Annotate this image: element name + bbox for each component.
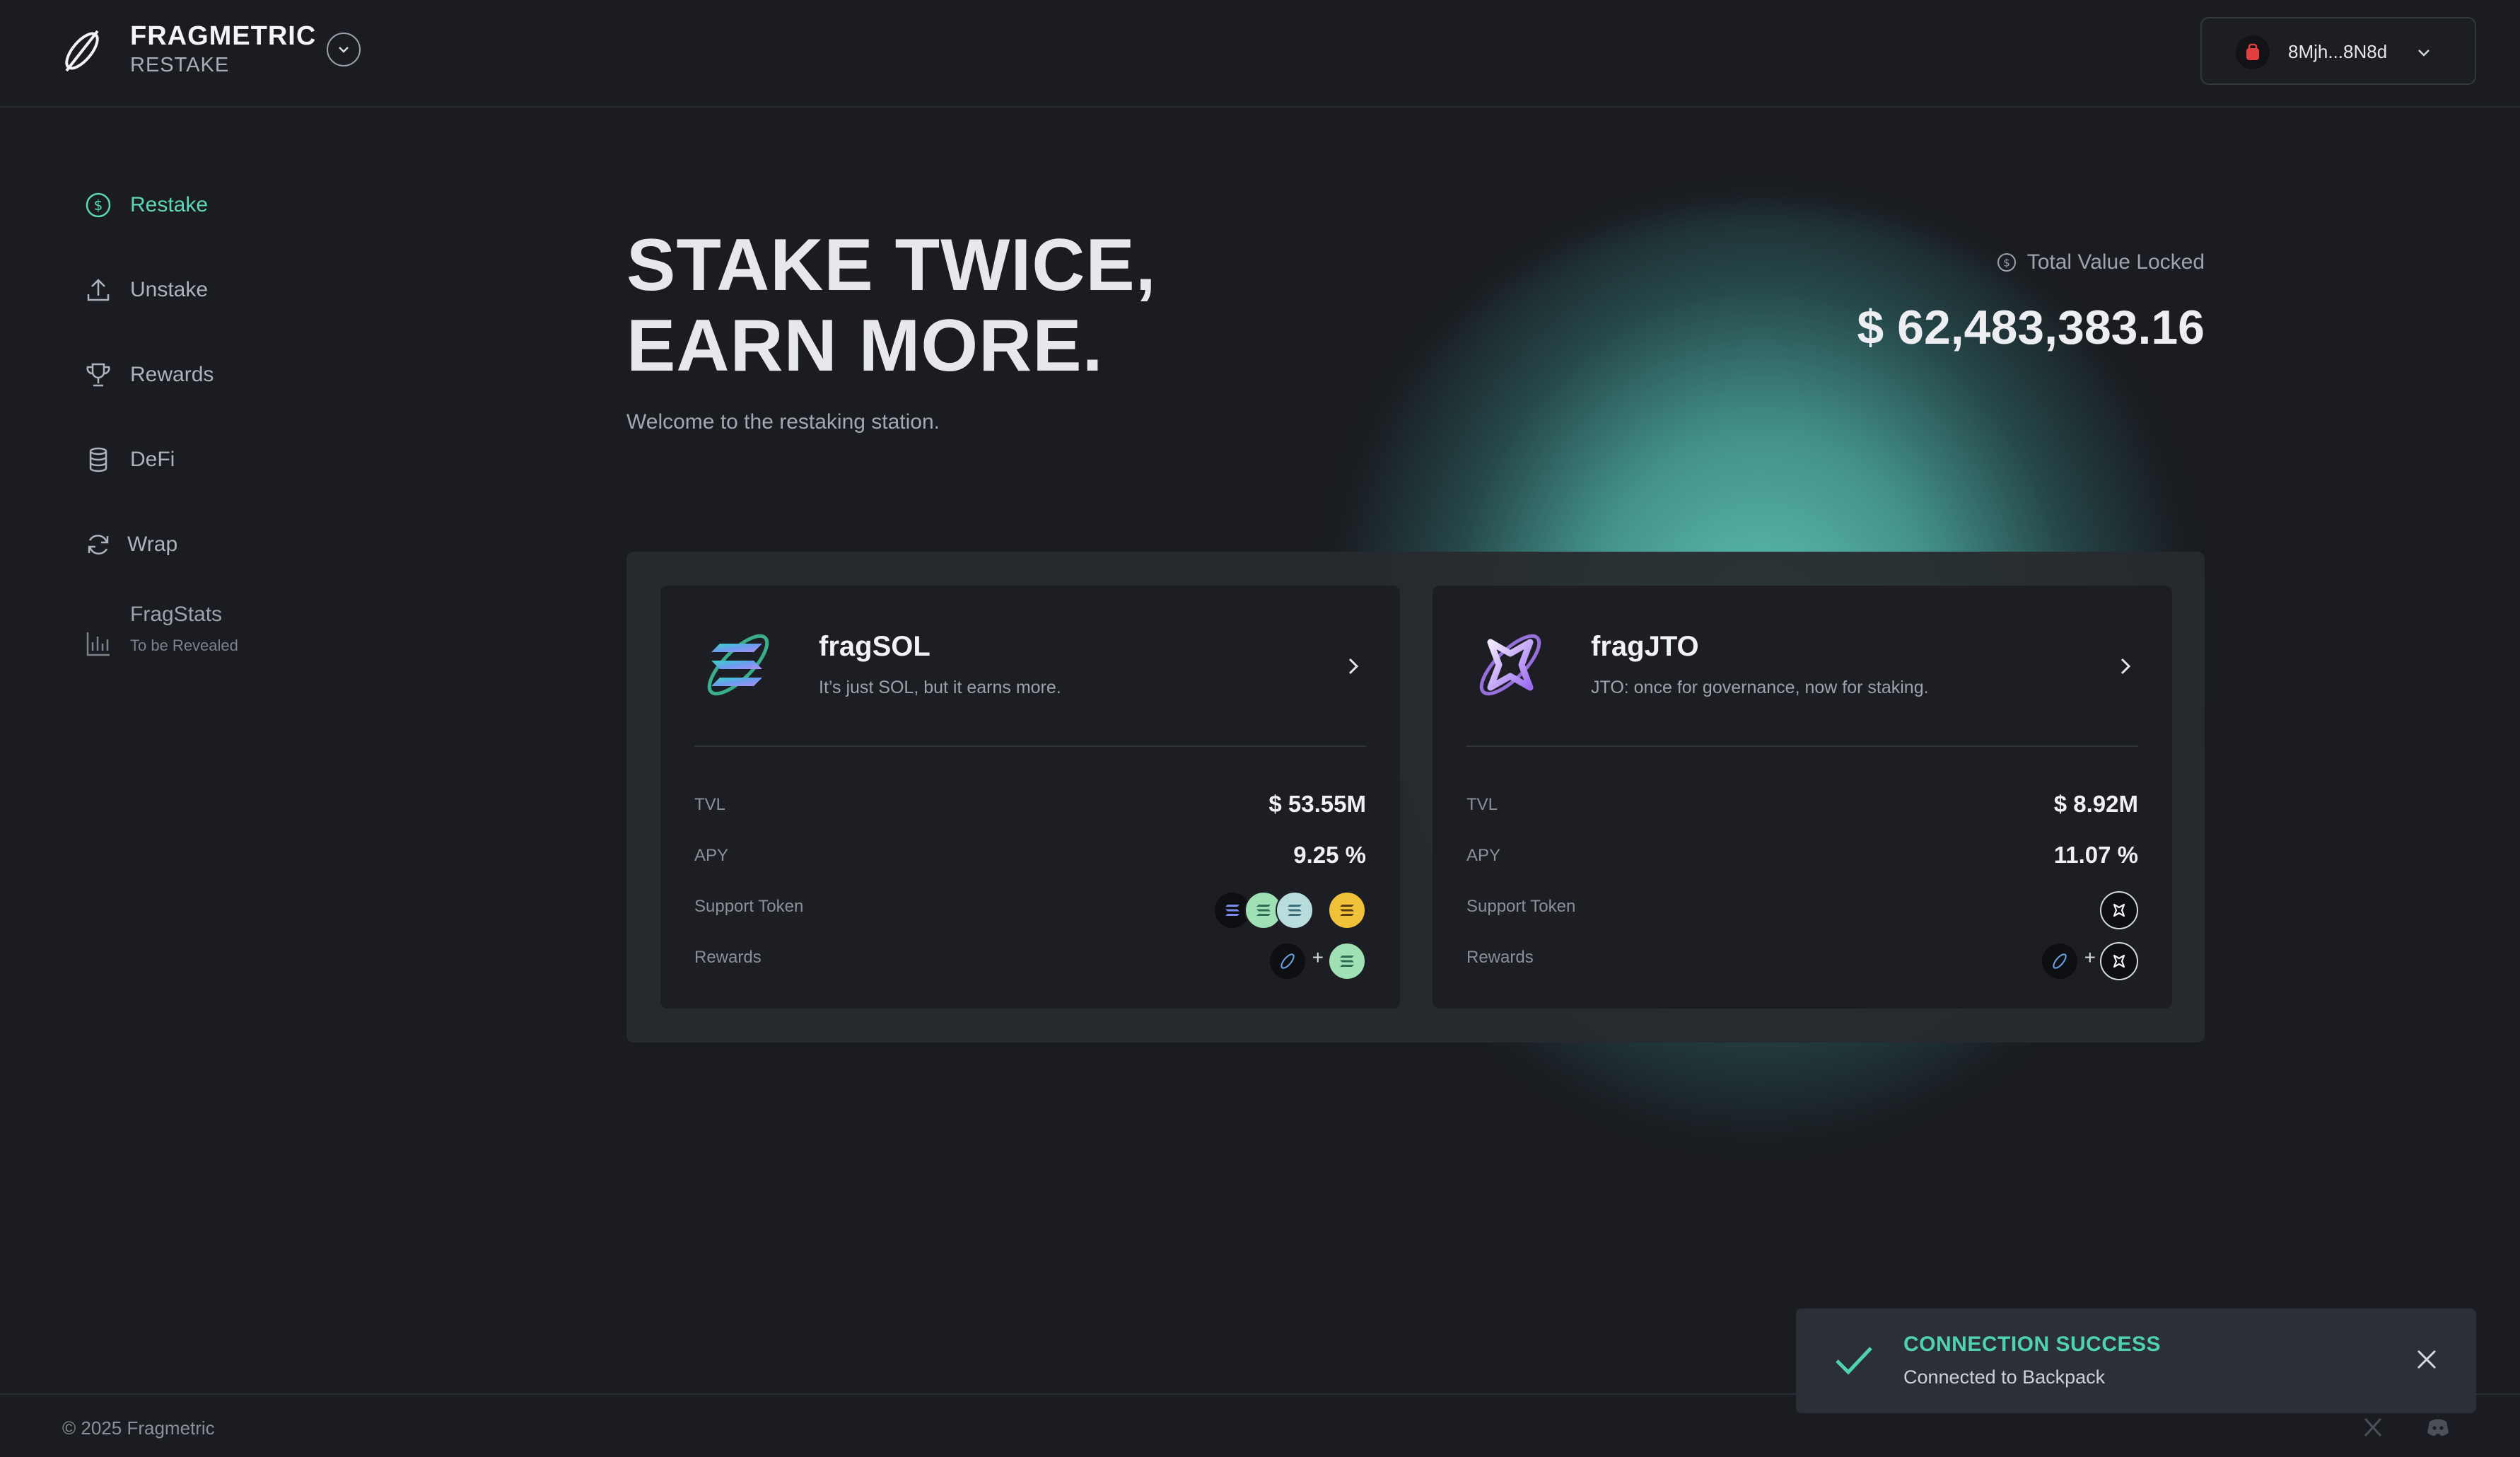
fragmetric-reward-icon <box>1268 942 1307 980</box>
support-token-row: Support Token <box>694 886 1366 929</box>
apy-value: 9.25 % <box>1293 842 1366 868</box>
hero-title: STAKE TWICE, EARN MORE. <box>626 225 1157 386</box>
close-icon[interactable] <box>2414 1347 2439 1372</box>
support-token-row: Support Token <box>1466 886 2138 929</box>
row-label: Rewards <box>694 948 762 967</box>
tvl-label: $ Total Value Locked <box>1996 250 2205 274</box>
plus-icon: + <box>1312 946 1324 968</box>
jto-reward-icon <box>2100 942 2138 980</box>
top-header: FRAGMETRIC RESTAKE 8Mjh...8N8d <box>0 0 2520 108</box>
msol-token-icon <box>1276 891 1314 929</box>
fragsol-logo-icon <box>707 634 769 696</box>
chevron-down-icon <box>2418 50 2429 57</box>
chevron-right-icon[interactable] <box>1341 654 1366 679</box>
sidebar-item-unstake[interactable]: Unstake <box>83 269 208 311</box>
brand-title: FRAGMETRIC <box>130 21 317 51</box>
jitosol-reward-icon <box>1328 942 1366 980</box>
brand-subtitle: RESTAKE <box>130 54 230 76</box>
tvl-label-text: Total Value Locked <box>2026 250 2205 274</box>
backpack-wallet-icon <box>2236 35 2270 69</box>
plus-icon: + <box>2084 946 2096 968</box>
trophy-icon <box>83 360 113 390</box>
wallet-button[interactable]: 8Mjh...8N8d <box>2200 17 2476 85</box>
fragmetric-reward-icon <box>2041 942 2079 980</box>
rewards-row: Rewards + <box>1466 936 2138 980</box>
tvl-row: TVL $ 8.92M <box>1466 784 2138 826</box>
fragmetric-logo-icon[interactable] <box>57 24 107 78</box>
copyright: © 2025 Fragmetric <box>62 1417 215 1439</box>
wallet-address: 8Mjh...8N8d <box>2288 41 2388 62</box>
sidebar-item-label: Wrap <box>127 533 178 556</box>
row-label: Support Token <box>694 897 804 916</box>
row-label: Support Token <box>1466 897 1576 916</box>
bar-chart-icon <box>83 629 113 658</box>
sidebar-item-label: FragStats <box>130 603 223 626</box>
check-icon <box>1836 1347 1872 1375</box>
svg-text:$: $ <box>2003 257 2010 269</box>
sidebar-item-wrap[interactable]: Wrap <box>83 523 177 566</box>
chevron-down-icon <box>339 47 349 53</box>
sidebar-item-restake[interactable]: $ Restake <box>83 184 208 226</box>
tvl-value: $ 8.92M <box>2053 791 2138 817</box>
row-label: APY <box>694 846 729 865</box>
database-icon <box>83 445 113 475</box>
tvl-row: TVL $ 53.55M <box>694 784 1366 826</box>
svg-text:$: $ <box>94 197 103 214</box>
bsol-token-icon <box>1328 891 1366 929</box>
tvl-value: $ 53.55M <box>1268 791 1366 817</box>
sidebar-item-label: DeFi <box>130 448 175 471</box>
card-title: fragJTO <box>1591 631 1699 662</box>
hero-title-line2: EARN MORE. <box>626 305 1104 387</box>
toast-message: Connected to Backpack <box>1903 1366 2106 1388</box>
card-divider <box>1466 745 2138 747</box>
card-description: JTO: once for governance, now for stakin… <box>1591 678 1929 697</box>
card-divider <box>694 745 1366 747</box>
fragjto-logo-icon <box>1479 634 1541 696</box>
connection-toast: CONNECTION SUCCESS Connected to Backpack <box>1796 1308 2476 1413</box>
card-description: It’s just SOL, but it earns more. <box>819 678 1061 697</box>
refresh-icon <box>83 530 113 559</box>
x-twitter-icon[interactable] <box>2359 1413 2387 1441</box>
apy-row: APY 11.07 % <box>1466 835 2138 877</box>
dollar-circle-icon: $ <box>83 190 113 220</box>
fragstats-sublabel: To be Revealed <box>130 637 238 654</box>
fragsol-card[interactable]: fragSOL It’s just SOL, but it earns more… <box>660 586 1400 1009</box>
fragjto-card[interactable]: fragJTO JTO: once for governance, now fo… <box>1433 586 2172 1009</box>
sidebar-item-defi[interactable]: DeFi <box>83 439 175 481</box>
rewards-row: Rewards + <box>694 936 1366 980</box>
hero-title-line1: STAKE TWICE, <box>626 224 1157 306</box>
sidebar-item-fragstats[interactable]: FragStats <box>83 603 222 656</box>
jto-token-icon <box>2100 891 2138 929</box>
row-label: APY <box>1466 846 1501 865</box>
discord-icon[interactable] <box>2424 1413 2452 1441</box>
toast-title: CONNECTION SUCCESS <box>1903 1333 2162 1356</box>
vault-cards-panel: fragSOL It’s just SOL, but it earns more… <box>626 552 2205 1043</box>
sidebar-item-label: Unstake <box>130 278 209 301</box>
apy-row: APY 9.25 % <box>694 835 1366 877</box>
sidebar-item-label: Rewards <box>130 363 214 386</box>
hero-subtitle: Welcome to the restaking station. <box>626 410 940 434</box>
sidebar-item-label: Restake <box>130 193 209 216</box>
row-label: TVL <box>694 795 726 814</box>
apy-value: 11.07 % <box>2053 842 2138 868</box>
card-title: fragSOL <box>819 631 931 662</box>
upload-icon <box>83 275 113 305</box>
chevron-right-icon[interactable] <box>2113 654 2138 679</box>
dollar-circle-icon: $ <box>1997 253 2016 272</box>
sidebar-item-rewards[interactable]: Rewards <box>83 354 214 396</box>
tvl-value: $ 62,483,383.16 <box>1857 301 2205 354</box>
product-switcher-button[interactable] <box>327 33 361 66</box>
row-label: Rewards <box>1466 948 1534 967</box>
row-label: TVL <box>1466 795 1498 814</box>
